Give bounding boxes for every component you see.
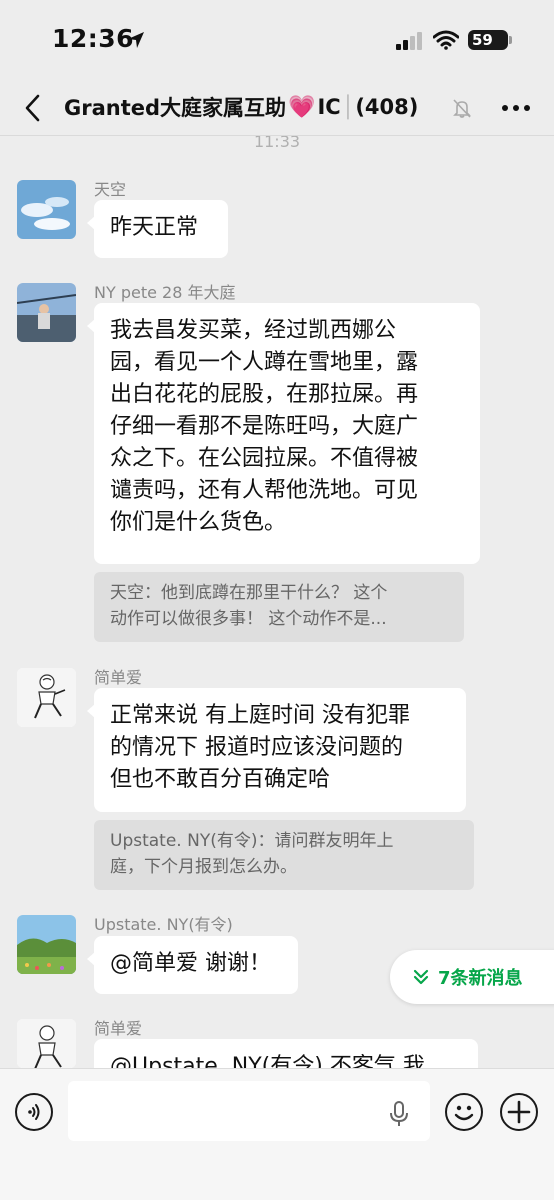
message-line: 但也不敢百分百确定哈 (110, 767, 331, 792)
double-chevron-down-icon (413, 969, 429, 985)
landscape-avatar-image (17, 915, 76, 974)
status-bar: 12:36 59 (0, 0, 554, 80)
chat-header: Granted大庭家属互助 💗 IC │ (408) (0, 80, 554, 136)
cartoon-figure-avatar-image (17, 1019, 76, 1068)
plus-icon (507, 1100, 531, 1124)
heart-emoji-icon: 💗 (288, 94, 316, 120)
quote-line: 天空：他到底蹲在那里干什么？ 这个 (110, 583, 388, 603)
status-time: 12:36 (52, 24, 135, 53)
sky-avatar-image (17, 180, 76, 239)
more-functions-button[interactable] (500, 1093, 538, 1131)
message-line: 我去昌发买菜，经过凯西娜公 (110, 318, 397, 343)
avatar-tiankong[interactable] (17, 180, 76, 239)
message-line: 出白花花的屁股，在那拉屎。再 (110, 382, 419, 407)
new-messages-label: 7条新消息 (438, 968, 523, 989)
message-line: 仔细一看那不是陈旺吗，大庭广 (110, 414, 419, 439)
title-truncation-mark: │ (341, 95, 355, 119)
more-dots-icon (502, 105, 530, 111)
battery-icon: 59 (468, 30, 508, 50)
sender-name: 简单爱 (94, 668, 143, 687)
message-bubble[interactable]: 昨天正常 (87, 200, 228, 258)
voice-wave-icon (28, 1104, 40, 1120)
quote-line: 庭，下个月报到怎么办。 (110, 857, 297, 877)
cartoon-figure-avatar-image (17, 668, 76, 727)
message-input-bar (0, 1068, 554, 1200)
sender-name: 天空 (94, 180, 127, 199)
message-line: 你们是什么货色。 (110, 510, 287, 535)
cellular-signal-icon (396, 32, 422, 50)
message-line: 的情况下 报道时应该没问题的 (110, 735, 403, 760)
message-line: 众之下。在公园拉屎。不值得被 (110, 446, 419, 471)
quote-line: 动作可以做很多事！ 这个动作不是... (110, 609, 387, 629)
smiley-face-icon (454, 1105, 474, 1121)
person-photo-avatar-image (17, 283, 76, 342)
chevron-left-icon (25, 94, 40, 122)
more-options-button[interactable] (496, 94, 536, 122)
avatar-jiandanai[interactable] (17, 668, 76, 727)
quoted-message[interactable]: 天空：他到底蹲在那里干什么？ 这个 动作可以做很多事！ 这个动作不是... (94, 572, 464, 642)
message-line: 园，看见一个人蹲在雪地里，露 (110, 350, 419, 375)
chat-title-suffix: IC (317, 95, 341, 119)
microphone-icon[interactable] (388, 1101, 410, 1127)
quote-line: Upstate. NY(有令)：请问群友明年上 (110, 831, 394, 851)
avatar-jiandanai[interactable] (17, 1019, 76, 1068)
new-messages-button[interactable]: 7条新消息 (390, 950, 554, 1004)
chat-title[interactable]: Granted大庭家属互助 💗 IC │ (408) (64, 92, 418, 122)
message-line: 正常来说 有上庭时间 没有犯罪 (110, 703, 410, 728)
back-button[interactable] (14, 90, 50, 126)
sender-name: NY pete 28 年大庭 (94, 283, 236, 302)
message-bubble[interactable]: @Upstate. NY(有令) 不客气 我 (94, 1039, 478, 1068)
chat-title-text: Granted大庭家属互助 (64, 96, 287, 120)
quoted-message[interactable]: Upstate. NY(有令)：请问群友明年上 庭，下个月报到怎么办。 (94, 820, 474, 890)
emoji-button[interactable] (445, 1093, 483, 1131)
voice-input-button[interactable] (15, 1093, 53, 1131)
avatar-ny-pete[interactable] (17, 283, 76, 342)
wifi-icon (433, 30, 459, 50)
message-bubble[interactable]: 我去昌发买菜，经过凯西娜公 园，看见一个人蹲在雪地里，露 出白花花的屁股，在那拉… (87, 303, 480, 564)
battery-cap (509, 36, 512, 44)
sender-name: 简单爱 (94, 1019, 143, 1038)
mute-bell-icon (453, 99, 471, 118)
message-text-field[interactable] (68, 1081, 430, 1141)
avatar-upstate-ny[interactable] (17, 915, 76, 974)
message-line: 谴责吗，还有人帮他洗地。可见 (110, 478, 419, 503)
message-bubble[interactable]: 正常来说 有上庭时间 没有犯罪 的情况下 报道时应该没问题的 但也不敢百分百确定… (87, 688, 466, 812)
sender-name: Upstate. NY(有令) (94, 915, 233, 934)
message-bubble[interactable]: @简单爱 谢谢！ (87, 936, 298, 994)
location-arrow-icon (128, 32, 144, 48)
battery-level: 59 (472, 31, 493, 49)
member-count: (408) (355, 95, 419, 119)
